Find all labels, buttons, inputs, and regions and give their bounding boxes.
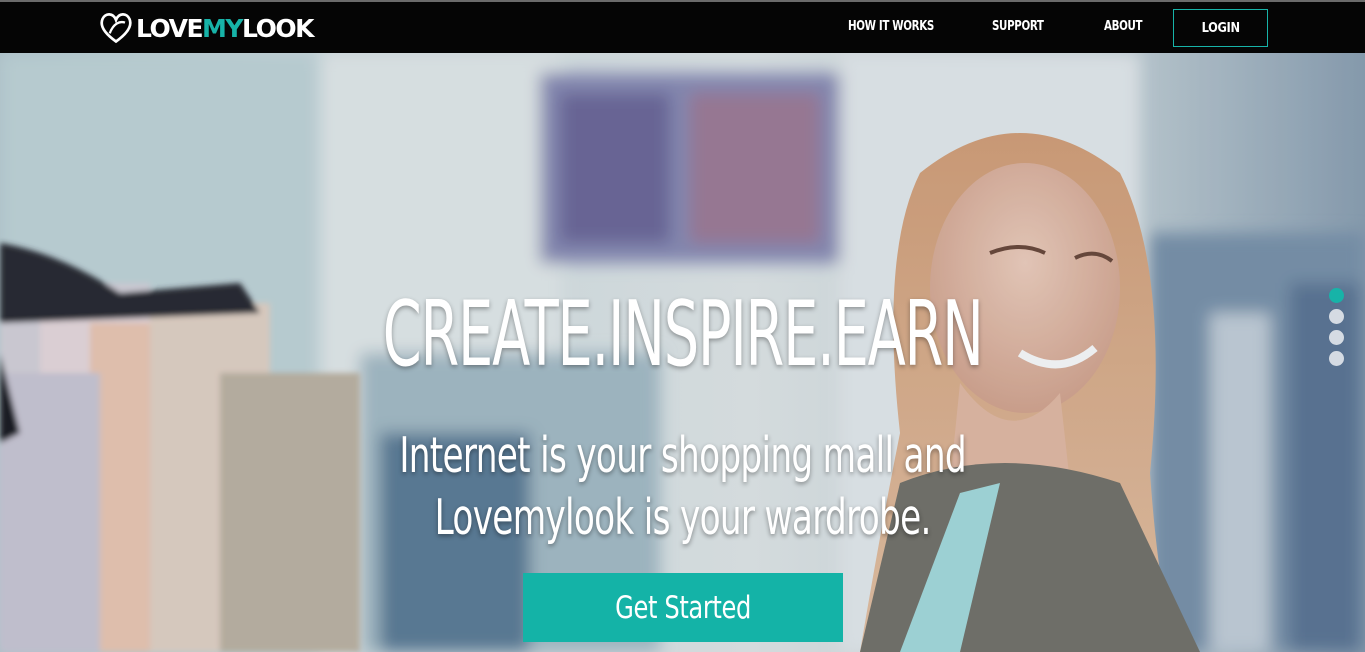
logo-wordmark: LOVEMYLOOK [136, 13, 314, 43]
nav-about[interactable]: ABOUT [1104, 19, 1143, 34]
logo[interactable]: LOVEMYLOOK [98, 8, 314, 48]
hero-subheadline-line-1: Internet is your shopping mall and [399, 427, 966, 484]
slider-dot-3[interactable] [1329, 330, 1344, 345]
slider-dot-2[interactable] [1329, 309, 1344, 324]
login-button[interactable]: LOGIN [1173, 9, 1268, 47]
get-started-label: Get Started [615, 589, 751, 626]
hero-subheadline-line-2: Lovemylook is your wardrobe. [434, 489, 932, 546]
top-navbar: LOVEMYLOOK HOW IT WORKS SUPPORT ABOUT LO… [0, 0, 1365, 53]
nav-how-it-works[interactable]: HOW IT WORKS [848, 19, 934, 34]
slider-dot-1[interactable] [1329, 288, 1344, 303]
page: LOVEMYLOOK HOW IT WORKS SUPPORT ABOUT LO… [0, 0, 1365, 652]
nav-support[interactable]: SUPPORT [992, 19, 1044, 34]
hero-subheadline: Internet is your shopping mall and Lovem… [205, 425, 1161, 549]
login-button-label: LOGIN [1201, 20, 1240, 36]
hero-headline: CREATE.INSPIRE.EARN [382, 282, 984, 387]
slider-dot-4[interactable] [1329, 351, 1344, 366]
heart-logo-icon [100, 13, 132, 44]
get-started-button[interactable]: Get Started [523, 573, 843, 642]
slider-dots [1329, 288, 1345, 372]
